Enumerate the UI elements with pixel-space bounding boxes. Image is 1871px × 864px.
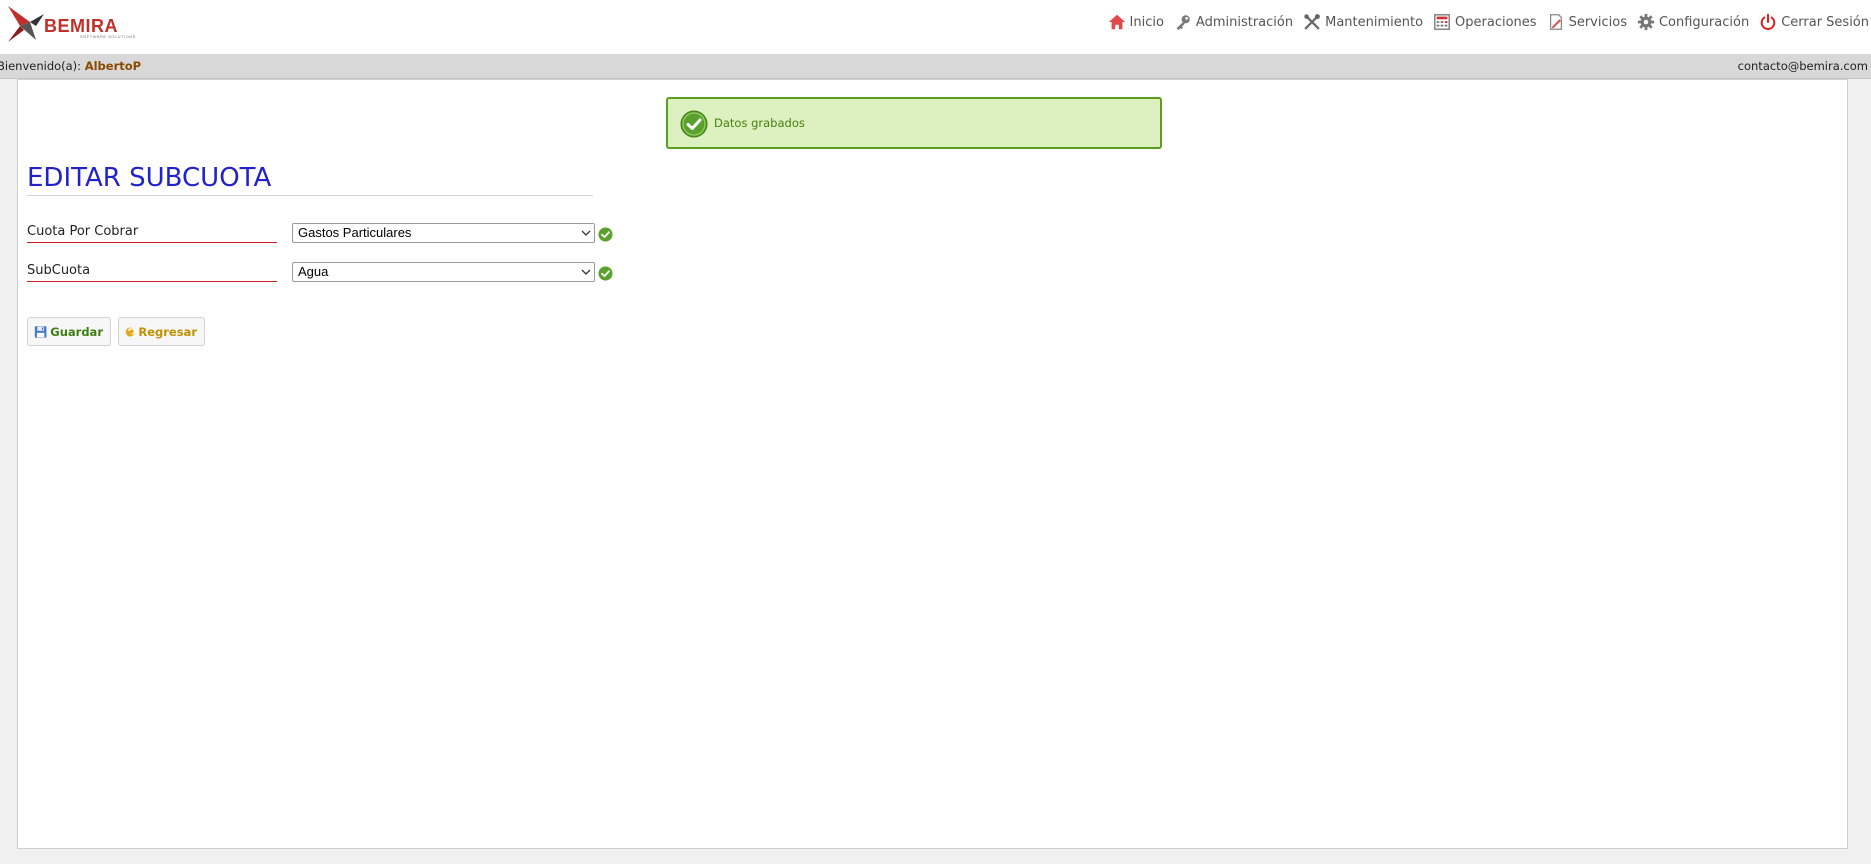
welcome-username: AlbertoP (84, 59, 142, 73)
subcuota-select[interactable]: Agua (292, 262, 595, 282)
nav-item-label: Operaciones (1455, 14, 1537, 30)
subcuota-select-value: Agua (298, 264, 329, 279)
save-button-label: Guardar (50, 324, 103, 339)
nav-item-label: Servicios (1568, 14, 1627, 30)
success-alert: Datos grabados (666, 97, 1162, 149)
nav-item-label: Cerrar Sesión (1781, 14, 1869, 30)
nav-item-label: Configuración (1658, 14, 1750, 30)
valid-check-icon (598, 227, 613, 242)
document-edit-icon (1549, 14, 1562, 30)
nav-item-administracion[interactable]: Administración (1174, 13, 1293, 31)
alert-message: Datos grabados (714, 116, 805, 130)
subcuota-label: SubCuota (27, 263, 277, 282)
cuota-label: Cuota Por Cobrar (27, 224, 277, 243)
nav-item-label: Administración (1195, 14, 1294, 30)
welcome-bar: Bienvenido(a): AlbertoP contacto@bemira.… (0, 54, 1871, 79)
main-nav: Inicio Administración Mantenimiento Oper… (1098, 12, 1869, 32)
nav-item-servicios[interactable]: Servicios (1547, 13, 1627, 31)
power-icon (1760, 13, 1776, 30)
top-bar: BEMIRA SOFTWARE SOLUTIONS Inicio Adminis… (0, 0, 1871, 54)
gear-icon (1637, 13, 1655, 31)
calculator-icon (1434, 14, 1450, 30)
key-icon (1176, 15, 1190, 31)
nav-item-configuracion[interactable]: Configuración (1637, 13, 1749, 31)
home-icon (1108, 14, 1125, 30)
cuota-select-value: Gastos Particulares (298, 225, 412, 240)
back-button-label: Regresar (138, 324, 197, 339)
chevron-down-icon (581, 230, 591, 236)
nav-item-label: Inicio (1129, 14, 1164, 30)
tools-icon (1304, 14, 1320, 30)
chevron-down-icon (581, 269, 591, 275)
nav-item-inicio[interactable]: Inicio (1108, 13, 1164, 31)
valid-check-icon (598, 266, 613, 281)
welcome-prefix: Bienvenido(a): (0, 59, 82, 73)
brand-tagline: SOFTWARE SOLUTIONS (80, 34, 136, 39)
cuota-select[interactable]: Gastos Particulares (292, 223, 595, 243)
floppy-disk-icon (34, 325, 47, 338)
check-circle-icon (680, 110, 708, 138)
nav-item-label: Mantenimiento (1325, 14, 1424, 30)
back-button[interactable]: Regresar (118, 317, 205, 346)
welcome-message: Bienvenido(a): AlbertoP (0, 59, 141, 73)
save-button[interactable]: Guardar (27, 317, 111, 346)
nav-item-mantenimiento[interactable]: Mantenimiento (1303, 13, 1423, 31)
bemira-logo[interactable]: BEMIRA SOFTWARE SOLUTIONS (6, 4, 136, 44)
back-arrow-icon (125, 326, 135, 337)
nav-item-operaciones[interactable]: Operaciones (1433, 13, 1537, 31)
logo-mark-icon (8, 6, 44, 42)
page-title: EDITAR SUBCUOTA (27, 162, 593, 196)
contact-email: contacto@bemira.com (1737, 59, 1868, 73)
nav-item-cerrar-sesion[interactable]: Cerrar Sesión (1759, 13, 1869, 31)
